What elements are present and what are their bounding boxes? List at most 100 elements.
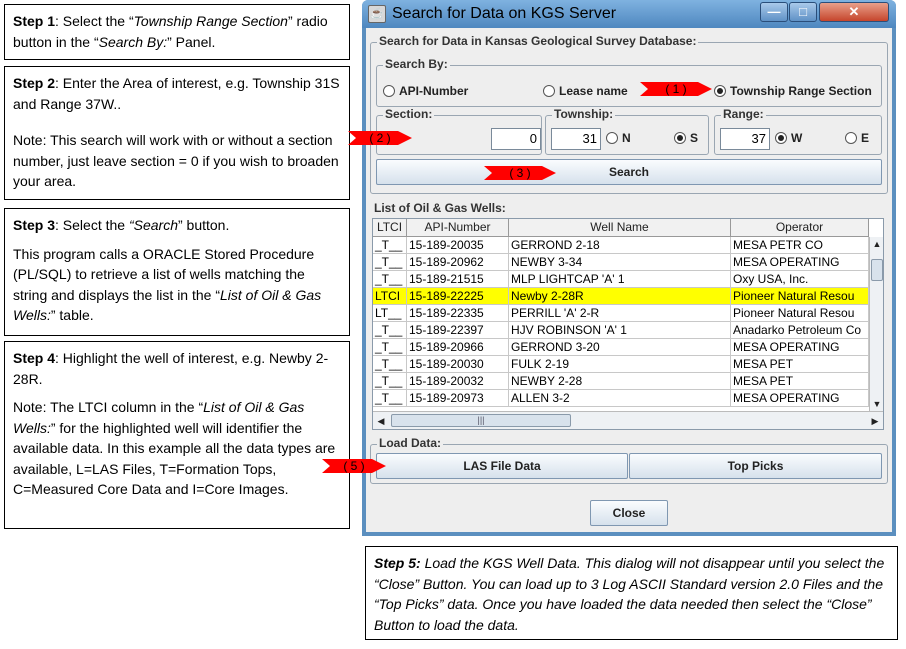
table-cell: GERROND 3-20 [509,339,731,356]
scroll-right-icon[interactable]: ▶ [867,413,883,429]
table-row[interactable]: _T__ 15-189-20966 GERROND 3-20 MESA OPERATI… [373,339,869,356]
step5-label: Step 5: [374,555,421,571]
radio-east[interactable]: E [845,131,869,145]
radio-south-label: S [690,131,699,145]
table-row[interactable]: _T__ 15-189-20962 NEWBY 3-34 MESA OPERATING [373,254,869,271]
table-cell: MESA OPERATING [731,254,869,271]
table-row[interactable]: _T__ 15-189-21515 MLP LIGHTCAP 'A' 1 Oxy US… [373,271,869,288]
wells-table[interactable]: LTCI API-Number Well Name Operator _T__ 15-1… [372,218,884,430]
table-cell: _T__ [373,356,407,373]
close-button[interactable]: Close [590,500,668,526]
step2-text: : Enter the Area of interest, e.g. Towns… [13,75,340,112]
step1-text-e: ” Panel. [167,33,216,50]
radio-west[interactable]: W [775,131,802,145]
search-group: Search for Data in Kansas Geological Sur… [370,34,888,194]
table-cell: MESA PET [731,356,869,373]
step1-text-d: Search By: [98,33,168,50]
table-cell: _T__ [373,339,407,356]
radio-north-label: N [622,131,631,145]
step2-box: Step 2: Enter the Area of interest, e.g.… [4,66,350,200]
table-cell: LTCI [373,288,407,305]
radio-api-dot[interactable] [383,85,395,97]
table-row[interactable]: LTCI 15-189-22225 Newby 2-28R Pioneer Natur… [373,288,869,305]
table-row[interactable]: LT__ 15-189-22335 PERRILL 'A' 2-R Pioneer N… [373,305,869,322]
step5-box: Step 5: Load the KGS Well Data. This dia… [365,546,898,640]
section-label: Section: [383,107,435,121]
township-group: Township: 31 N S [545,107,709,155]
scroll-down-icon[interactable]: ▼ [870,397,883,411]
scroll-up-icon[interactable]: ▲ [870,237,883,251]
maximize-icon: □ [799,4,807,19]
maximize-button[interactable]: □ [789,2,817,22]
table-cell: 15-189-22335 [407,305,509,322]
table-cell: MESA OPERATING [731,339,869,356]
radio-east-dot[interactable] [845,132,857,144]
arrow-1-label: ( 1 ) [665,82,687,96]
table-cell: PERRILL 'A' 2-R [509,305,731,322]
radio-trs-label: Township Range Section [730,84,872,98]
arrow-3: ( 3 ) [484,164,556,182]
step3-label: Step 3 [13,217,56,233]
table-row[interactable]: _T__ 15-189-20032 NEWBY 2-28 MESA PET [373,373,869,390]
radio-lease-label: Lease name [559,84,628,98]
radio-west-dot[interactable] [775,132,787,144]
range-input[interactable]: 37 [720,128,770,150]
radio-lease-dot[interactable] [543,85,555,97]
radio-township-range-section[interactable]: Township Range Section [714,84,872,98]
table-cell: 15-189-22225 [407,288,509,305]
step2-note: Note: This search will work with or with… [13,132,339,189]
table-cell: _T__ [373,390,407,407]
close-window-button[interactable]: ✕ [819,2,889,22]
las-file-data-button[interactable]: LAS File Data [376,453,628,479]
load-data-label: Load Data: [377,436,444,450]
column-header-3[interactable]: Operator [731,219,869,237]
horizontal-scroll-thumb[interactable]: ||| [391,414,571,427]
section-input[interactable]: 0 [491,128,541,150]
wells-group-label: List of Oil & Gas Wells: [372,201,508,215]
scroll-left-icon[interactable]: ◀ [373,413,389,429]
radio-north[interactable]: N [606,131,631,145]
arrow-2: ( 2 ) [348,129,412,147]
kgs-search-window: ☕ Search for Data on KGS Server — □ ✕ Se… [362,0,896,536]
step5-text: Load the KGS Well Data. This dialog will… [374,555,885,633]
column-header-0[interactable]: LTCI [373,219,407,237]
search-by-group: Search By: API-Number Lease name Townshi… [376,57,882,107]
township-input[interactable]: 31 [551,128,601,150]
radio-north-dot[interactable] [606,132,618,144]
vertical-scrollbar[interactable]: ▲ ▼ [869,237,883,411]
table-cell: _T__ [373,237,407,254]
java-app-icon: ☕ [368,5,386,23]
table-row[interactable]: _T__ 15-189-20973 ALLEN 3-2 MESA OPERATING [373,390,869,407]
column-header-2[interactable]: Well Name [509,219,731,237]
step4-note-c: ” for the highlighted well will identifi… [13,419,336,498]
radio-south[interactable]: S [674,131,698,145]
search-group-label: Search for Data in Kansas Geological Sur… [377,34,699,48]
arrow-5-label: ( 5 ) [343,459,365,473]
horizontal-scrollbar[interactable]: ◀ ||| ▶ [373,411,883,429]
table-row[interactable]: _T__ 15-189-22397 HJV ROBINSON 'A' 1 Anadar… [373,322,869,339]
top-picks-button[interactable]: Top Picks [629,453,882,479]
search-button[interactable]: Search [376,159,882,185]
step4-label: Step 4 [13,350,56,366]
step4-text: : Highlight the well of interest, e.g. N… [13,350,329,387]
radio-api-number[interactable]: API-Number [383,84,468,98]
table-row[interactable]: _T__ 15-189-20030 FULK 2-19 MESA PET [373,356,869,373]
radio-api-label: API-Number [399,84,469,98]
step4-note-a: Note: The LTCI column in the “ [13,399,204,415]
step1-text-a: : Select the “ [55,13,134,29]
vertical-scroll-thumb[interactable] [871,259,883,281]
table-cell: 15-189-20032 [407,373,509,390]
title-bar[interactable]: ☕ Search for Data on KGS Server — □ ✕ [362,0,896,28]
radio-south-dot[interactable] [674,132,686,144]
table-row[interactable]: _T__ 15-189-20035 GERROND 2-18 MESA PETR CO [373,237,869,254]
table-cell: Oxy USA, Inc. [731,271,869,288]
table-cell: _T__ [373,322,407,339]
radio-lease-name[interactable]: Lease name [543,84,628,98]
radio-trs-dot[interactable] [714,85,726,97]
minimize-button[interactable]: — [760,2,788,22]
radio-east-label: E [861,131,870,145]
column-header-1[interactable]: API-Number [407,219,509,237]
step2-label: Step 2 [13,75,56,91]
step3-box: Step 3: Select the “Search” button. This… [4,208,350,336]
range-label: Range: [721,107,766,121]
